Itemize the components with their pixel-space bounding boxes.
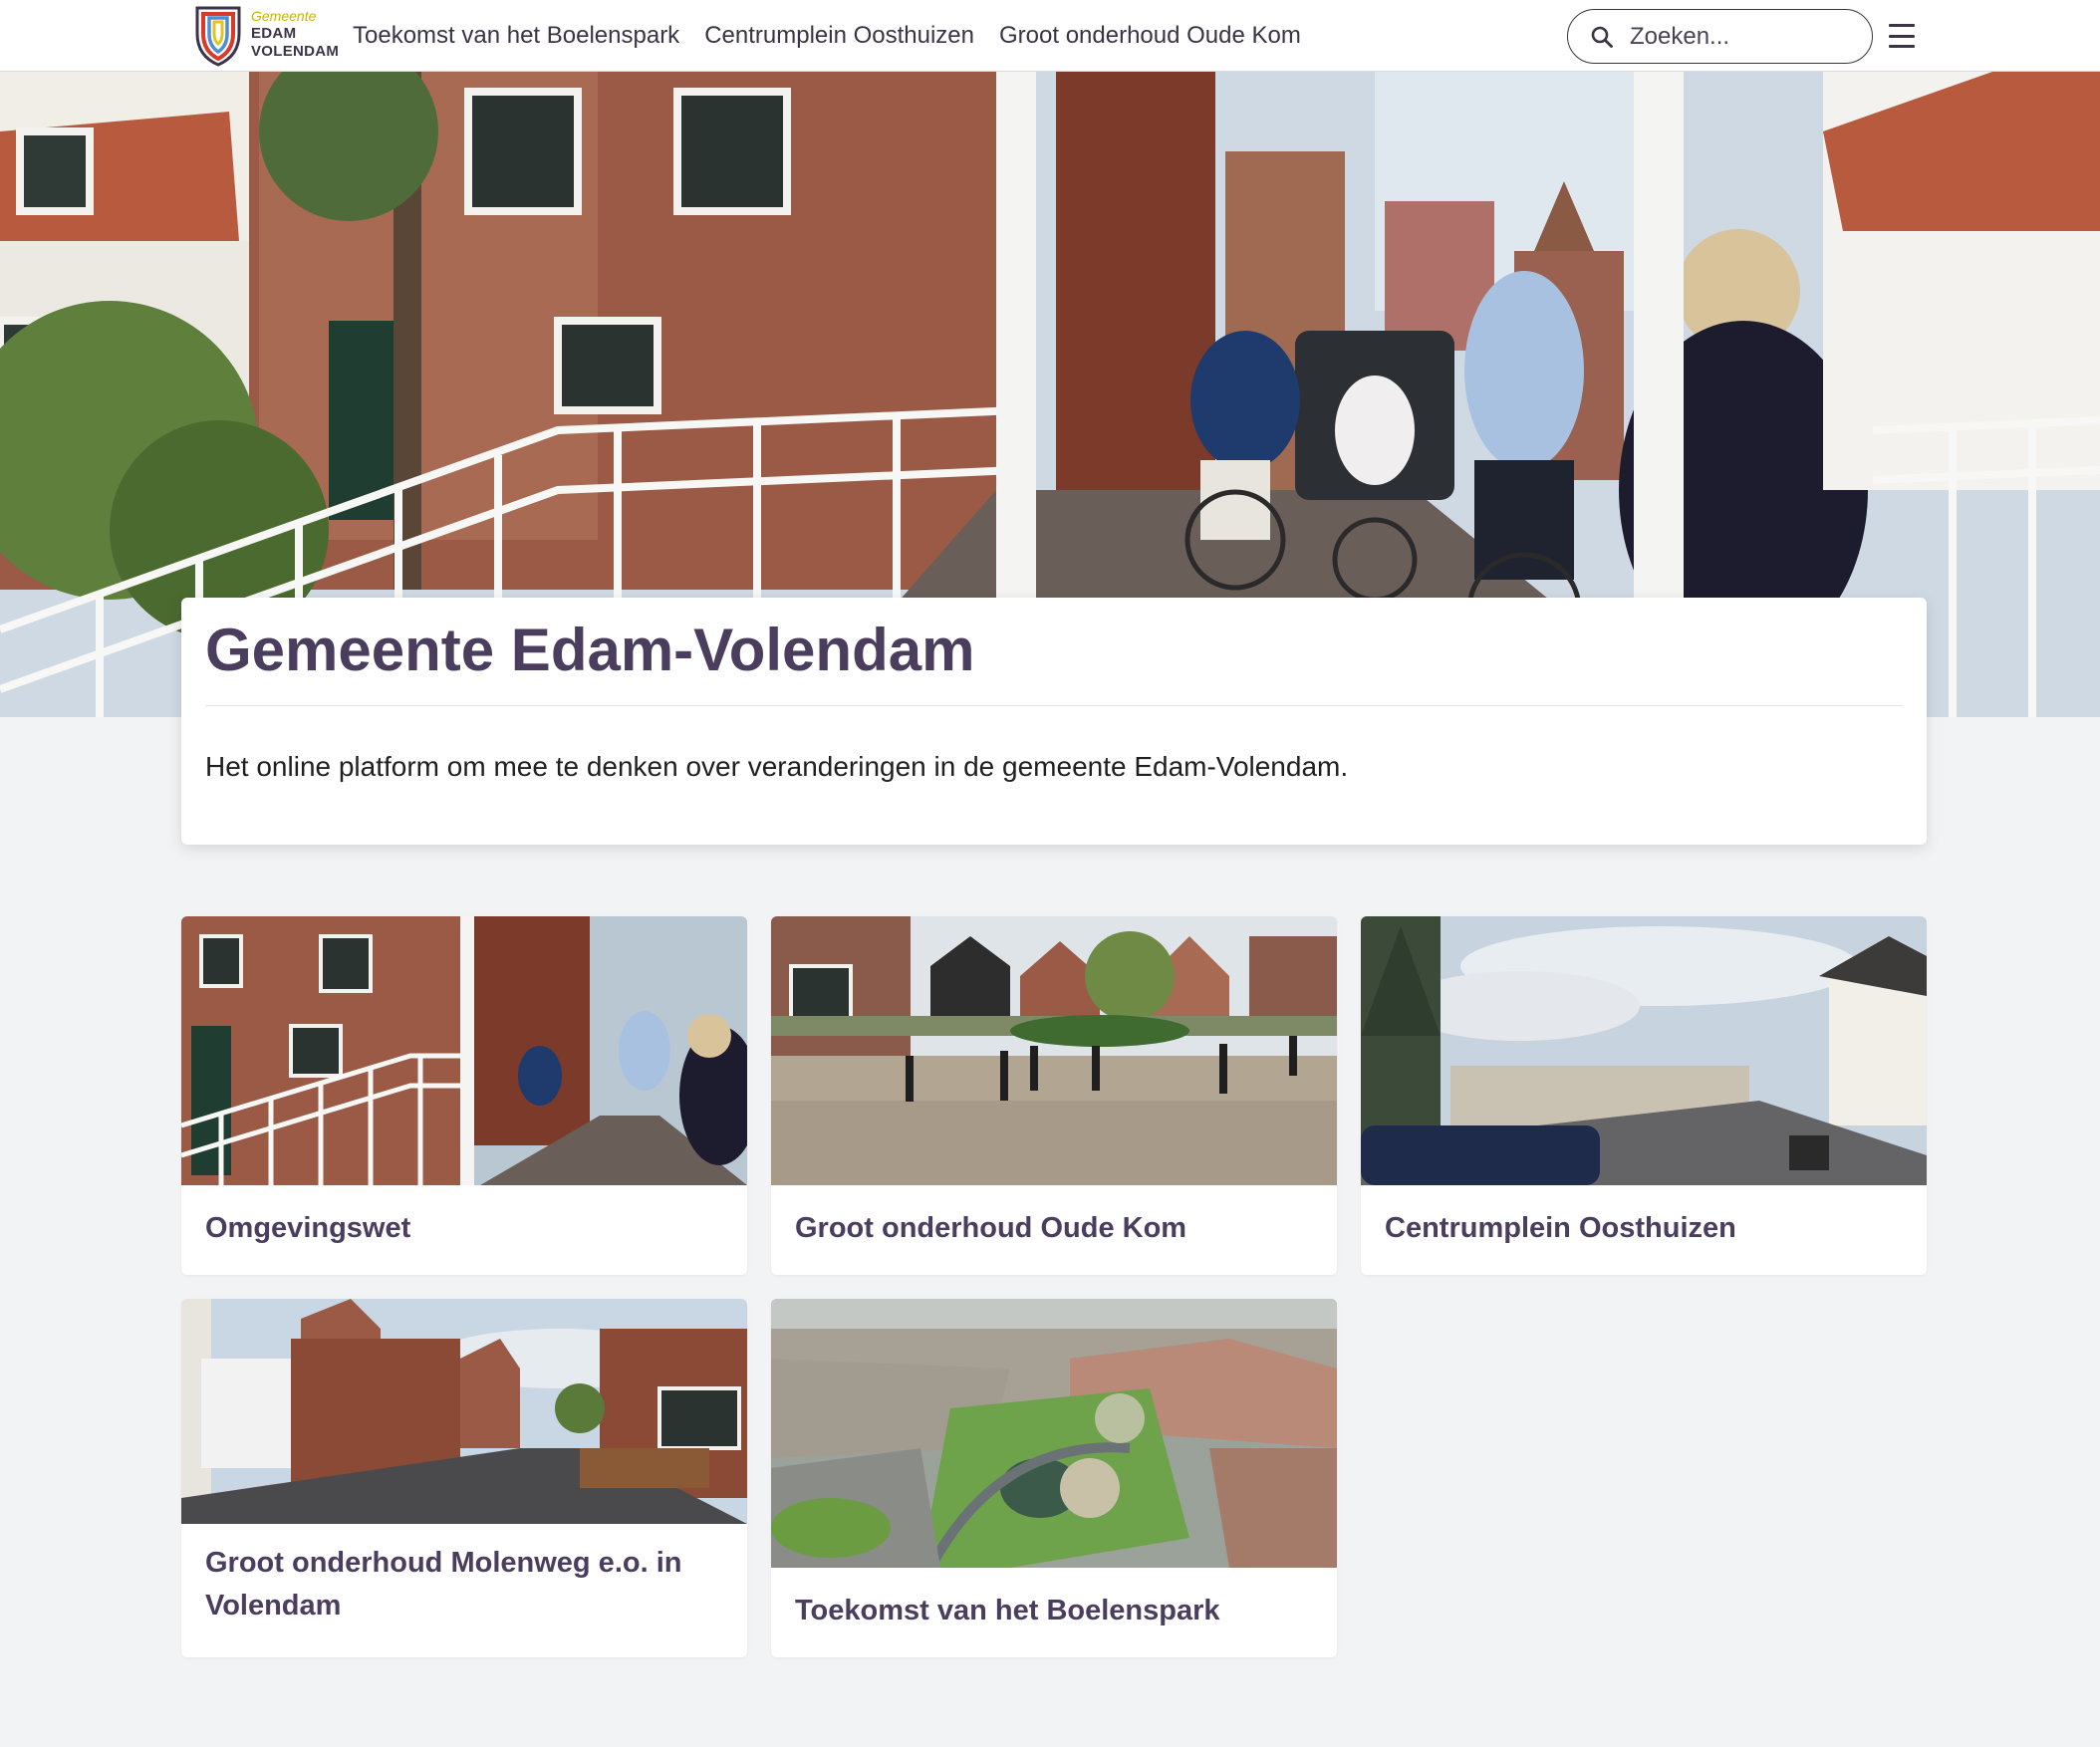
project-card-groot-onderhoud-molenweg[interactable]: Groot onderhoud Molenweg e.o. in Volenda… [181,1299,747,1657]
logo-line-volendam: VOLENDAM [251,43,340,60]
menu-bar [1889,24,1915,27]
project-card-title: Centrumplein Oosthuizen [1385,1212,1736,1244]
logo-line-edam: EDAM [251,25,297,42]
project-card-toekomst-boelenspark[interactable]: Toekomst van het Boelenspark [771,1299,1337,1657]
project-card-centrumplein-oosthuizen[interactable]: Centrumplein Oosthuizen [1361,916,1927,1275]
menu-bar [1889,34,1915,38]
project-card-title: Groot onderhoud Molenweg e.o. in Volenda… [205,1547,682,1622]
main-navigation: Toekomst van het Boelenspark Centrumplei… [353,0,1326,72]
municipality-logo[interactable]: Gemeente EDAM VOLENDAM [189,2,339,70]
intro-card: Gemeente Edam-Volendam Het online platfo… [181,598,1927,845]
search-box[interactable] [1567,9,1873,64]
page-title: Gemeente Edam-Volendam [205,617,975,683]
logo-line-gemeente: Gemeente [251,8,317,24]
menu-bar [1889,45,1915,48]
nav-link-centrumplein-oosthuizen[interactable]: Centrumplein Oosthuizen [704,22,974,50]
project-card-groot-onderhoud-oude-kom[interactable]: Groot onderhoud Oude Kom [771,916,1337,1275]
logo-wordmark: Gemeente EDAM VOLENDAM [251,7,339,61]
nav-link-groot-onderhoud-oude-kom[interactable]: Groot onderhoud Oude Kom [999,22,1301,50]
divider [205,705,1903,706]
project-thumbnail [771,916,1337,1185]
top-navigation-bar: Gemeente EDAM VOLENDAM Toekomst van het … [0,0,2100,72]
shield-logo-icon [195,6,241,67]
project-card-title: Toekomst van het Boelenspark [795,1595,1220,1626]
page-description: Het online platform om mee te denken ove… [205,751,1349,782]
nav-link-boelenspark[interactable]: Toekomst van het Boelenspark [353,22,679,50]
project-thumbnail [1361,916,1927,1185]
project-card-title: Omgevingswet [205,1212,411,1244]
project-card-title: Groot onderhoud Oude Kom [795,1212,1187,1244]
search-icon [1591,26,1613,48]
project-thumbnail [181,1299,747,1524]
search-input[interactable] [1630,22,1849,51]
project-card-omgevingswet[interactable]: Omgevingswet [181,916,747,1275]
project-thumbnail [181,916,747,1185]
project-thumbnail [771,1299,1337,1568]
hamburger-menu-icon[interactable] [1889,24,1915,48]
